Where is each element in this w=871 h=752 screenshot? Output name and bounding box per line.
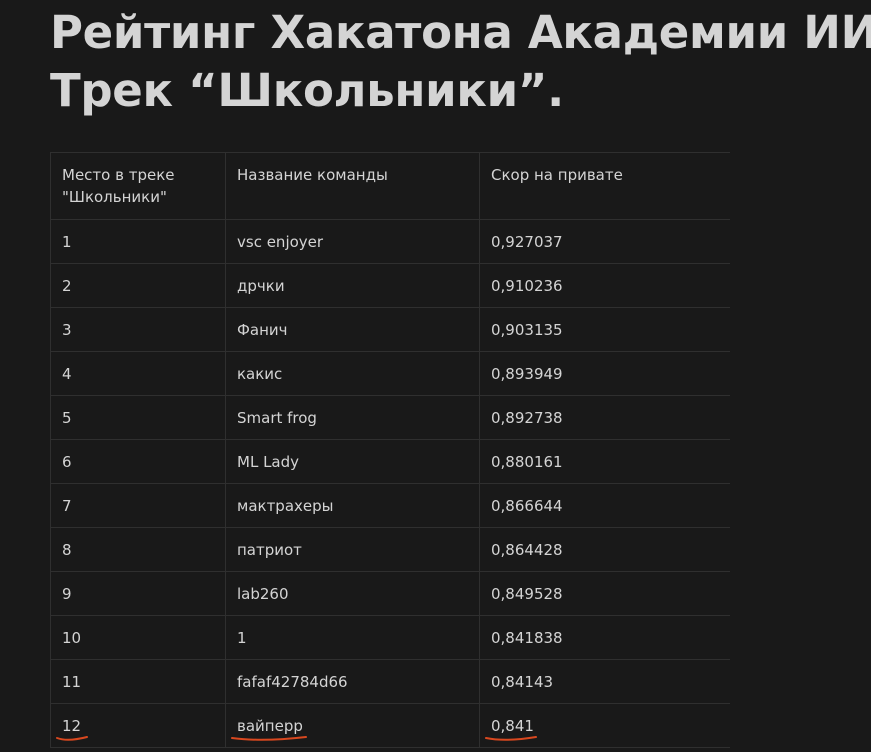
cell-score-text: 0,927037: [491, 232, 563, 251]
table-row: 3 Фанич 0,903135: [50, 307, 730, 352]
cell-team: дрчки: [225, 263, 480, 308]
cell-place: 6: [50, 439, 226, 484]
table-row: 7 мактрахеры 0,866644: [50, 483, 730, 528]
cell-place-text: 10: [62, 628, 82, 647]
cell-team: Фанич: [225, 307, 480, 352]
header-team-name: Название команды: [225, 152, 480, 220]
cell-team-text: какис: [237, 364, 283, 383]
cell-place-text: 6: [62, 452, 72, 471]
table-row: 4 какис 0,893949: [50, 351, 730, 396]
cell-team: lab260: [225, 571, 480, 616]
cell-team: Smart frog: [225, 395, 480, 440]
cell-score: 0,910236: [479, 263, 730, 308]
table-row: 1 vsc enjoyer 0,927037: [50, 219, 730, 264]
cell-place: 11: [50, 659, 226, 704]
table-row: 10 1 0,841838: [50, 615, 730, 660]
cell-team-text: вайперр: [237, 716, 303, 735]
table-row: 12 вайперр 0,841: [50, 703, 730, 748]
cell-score-text: 0,84143: [491, 672, 554, 691]
table-row: 2 дрчки 0,910236: [50, 263, 730, 308]
page-title: Рейтинг Хакатона Академии ИИ. Трек “Школ…: [50, 4, 871, 120]
cell-score: 0,849528: [479, 571, 730, 616]
cell-place-text: 9: [62, 584, 72, 603]
cell-score: 0,864428: [479, 527, 730, 572]
cell-team-text: ML Lady: [237, 452, 300, 471]
cell-place-text: 8: [62, 540, 72, 559]
cell-place-text: 5: [62, 408, 72, 427]
cell-team-text: lab260: [237, 584, 289, 603]
cell-score-text: 0,880161: [491, 452, 563, 471]
cell-score: 0,866644: [479, 483, 730, 528]
cell-team: 1: [225, 615, 480, 660]
cell-place: 8: [50, 527, 226, 572]
cell-score-text: 0,893949: [491, 364, 563, 383]
table-header-row: Место в треке "Школьники" Название коман…: [50, 152, 730, 220]
cell-place: 5: [50, 395, 226, 440]
underline-mark-team: [231, 736, 307, 741]
ranking-table: Место в треке "Школьники" Название коман…: [50, 152, 730, 748]
cell-score-text: 0,866644: [491, 496, 563, 515]
header-place: Место в треке "Школьники": [50, 152, 226, 220]
cell-team-text: vsc enjoyer: [237, 232, 324, 251]
cell-score-text: 0,864428: [491, 540, 563, 559]
cell-score: 0,893949: [479, 351, 730, 396]
cell-score: 0,903135: [479, 307, 730, 352]
table-row: 6 ML Lady 0,880161: [50, 439, 730, 484]
cell-team-text: Фанич: [237, 320, 288, 339]
table-row: 9 lab260 0,849528: [50, 571, 730, 616]
cell-score-text: 0,841838: [491, 628, 563, 647]
cell-place-text: 2: [62, 276, 72, 295]
cell-team-text: дрчки: [237, 276, 285, 295]
cell-team: патриот: [225, 527, 480, 572]
cell-team-text: 1: [237, 628, 247, 647]
cell-place: 7: [50, 483, 226, 528]
cell-team-text: патриот: [237, 540, 302, 559]
cell-place: 2: [50, 263, 226, 308]
cell-score: 0,841: [479, 703, 730, 748]
cell-place: 1: [50, 219, 226, 264]
cell-team: мактрахеры: [225, 483, 480, 528]
cell-team: вайперр: [225, 703, 480, 748]
cell-place-text: 1: [62, 232, 72, 251]
underline-mark-place: [56, 736, 88, 741]
cell-score-text: 0,892738: [491, 408, 563, 427]
cell-place-text: 11: [62, 672, 82, 691]
underline-mark-score: [485, 736, 537, 741]
cell-score: 0,841838: [479, 615, 730, 660]
page-title-line-2: Трек “Школьники”.: [50, 64, 564, 117]
cell-place-text: 3: [62, 320, 72, 339]
table-row: 11 fafaf42784d66 0,84143: [50, 659, 730, 704]
cell-place: 12: [50, 703, 226, 748]
cell-score-text: 0,849528: [491, 584, 563, 603]
cell-place: 4: [50, 351, 226, 396]
cell-score: 0,880161: [479, 439, 730, 484]
cell-score-text: 0,910236: [491, 276, 563, 295]
page-title-line-1: Рейтинг Хакатона Академии ИИ.: [50, 6, 871, 59]
cell-score: 0,892738: [479, 395, 730, 440]
cell-team: ML Lady: [225, 439, 480, 484]
cell-team: fafaf42784d66: [225, 659, 480, 704]
ranking-table-container[interactable]: Место в треке "Школьники" Название коман…: [50, 152, 730, 752]
cell-place-text: 12: [62, 716, 82, 735]
cell-team-text: Smart frog: [237, 408, 317, 427]
cell-score: 0,927037: [479, 219, 730, 264]
cell-team: vsc enjoyer: [225, 219, 480, 264]
cell-place-text: 7: [62, 496, 72, 515]
cell-place: 3: [50, 307, 226, 352]
table-row: 8 патриот 0,864428: [50, 527, 730, 572]
cell-place-text: 4: [62, 364, 72, 383]
cell-score-text: 0,841: [491, 716, 534, 735]
cell-team-text: мактрахеры: [237, 496, 334, 515]
cell-score-text: 0,903135: [491, 320, 563, 339]
cell-team-text: fafaf42784d66: [237, 672, 348, 691]
cell-place: 9: [50, 571, 226, 616]
table-row: 5 Smart frog 0,892738: [50, 395, 730, 440]
cell-team: какис: [225, 351, 480, 396]
cell-score: 0,84143: [479, 659, 730, 704]
header-private-score: Скор на привате: [479, 152, 730, 220]
cell-place: 10: [50, 615, 226, 660]
